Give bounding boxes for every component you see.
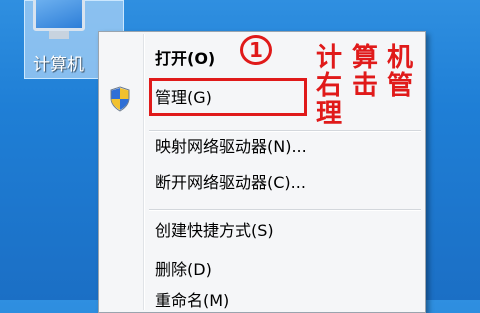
menu-gutter <box>143 34 145 310</box>
annotation-column-3: 机管 <box>387 43 414 101</box>
highlight-box <box>149 78 307 116</box>
annotation-column-1: 计右理 <box>316 43 343 129</box>
annotation-column-2: 算击 <box>352 43 379 101</box>
step-number-badge: 1 <box>240 35 272 65</box>
menu-item-open[interactable]: 打开(O) <box>155 48 215 70</box>
menu-separator <box>149 209 421 211</box>
desktop-icon-label: 计算机 <box>33 55 84 75</box>
menu-item-rename[interactable]: 重命名(M) <box>155 290 229 312</box>
menu-item-delete[interactable]: 删除(D) <box>155 259 212 281</box>
monitor-stand-icon <box>49 31 69 39</box>
menu-item-disconnect-network-drive[interactable]: 断开网络驱动器(C)... <box>155 172 306 194</box>
menu-separator <box>149 130 421 132</box>
uac-shield-icon <box>110 86 130 112</box>
menu-item-create-shortcut[interactable]: 创建快捷方式(S) <box>155 220 274 242</box>
computer-icon <box>33 0 85 31</box>
menu-item-map-network-drive[interactable]: 映射网络驱动器(N)... <box>155 136 307 158</box>
